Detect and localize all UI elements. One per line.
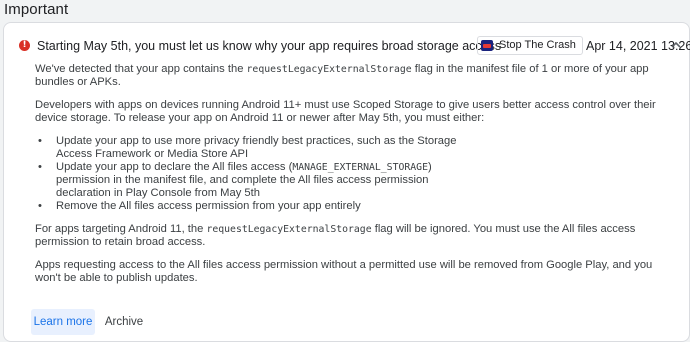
app-name: Stop The Crash — [499, 39, 576, 51]
paragraph-scoped-storage: Developers with apps on devices running … — [35, 99, 656, 124]
app-chip[interactable]: Stop The Crash — [477, 36, 583, 55]
archive-button[interactable]: Archive — [101, 309, 147, 335]
app-logo — [481, 40, 493, 51]
code-permission: MANAGE_EXTERNAL_STORAGE — [292, 162, 428, 173]
list-item: Update your app to declare the All files… — [35, 161, 466, 200]
error-icon: ! — [19, 40, 30, 51]
options-list: Update your app to use more privacy frie… — [35, 135, 675, 213]
message-header[interactable]: ! Starting May 5th, you must let us know… — [19, 36, 690, 57]
message-body: We've detected that your app contains th… — [35, 63, 675, 295]
list-item: Remove the All files access permission f… — [35, 200, 466, 213]
list-item: Update your app to use more privacy frie… — [35, 135, 466, 161]
paragraph-detected: We've detected that your app contains th… — [35, 63, 649, 88]
message-title: Starting May 5th, you must let us know w… — [37, 39, 502, 53]
chevron-up-icon[interactable] — [670, 39, 682, 51]
learn-more-button[interactable]: Learn more — [31, 309, 95, 335]
paragraph-android11: For apps targeting Android 11, the reque… — [35, 223, 636, 248]
section-title: Important — [4, 1, 69, 18]
code-legacy-flag: requestLegacyExternalStorage — [206, 224, 372, 235]
paragraph-removal: Apps requesting access to the All files … — [35, 259, 653, 284]
message-card: ! Starting May 5th, you must let us know… — [3, 22, 690, 342]
code-legacy-flag: requestLegacyExternalStorage — [246, 64, 412, 75]
